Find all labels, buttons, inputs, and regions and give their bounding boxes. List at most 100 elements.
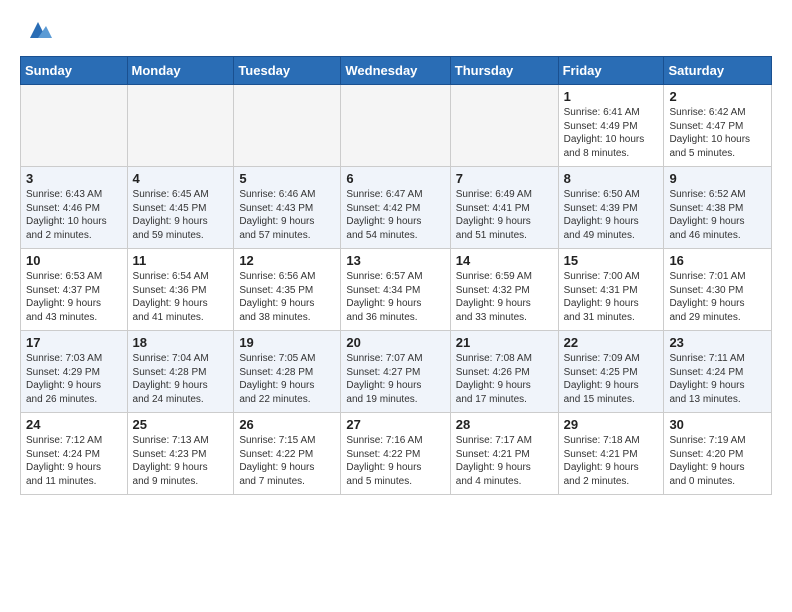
day-number: 18 <box>133 335 229 350</box>
day-info: Sunrise: 6:45 AMSunset: 4:45 PMDaylight:… <box>133 188 229 242</box>
calendar-cell: 28 Sunrise: 7:17 AMSunset: 4:21 PMDayligh… <box>450 413 558 495</box>
calendar-cell: 27 Sunrise: 7:16 AMSunset: 4:22 PMDayligh… <box>341 413 450 495</box>
day-number: 16 <box>669 253 766 268</box>
calendar-cell: 8 Sunrise: 6:50 AMSunset: 4:39 PMDaylight… <box>558 167 664 249</box>
day-info: Sunrise: 7:19 AMSunset: 4:20 PMDaylight:… <box>669 434 766 488</box>
calendar-cell <box>234 85 341 167</box>
day-number: 21 <box>456 335 553 350</box>
weekday-header-monday: Monday <box>127 57 234 85</box>
day-info: Sunrise: 6:57 AMSunset: 4:34 PMDaylight:… <box>346 270 444 324</box>
day-info: Sunrise: 7:09 AMSunset: 4:25 PMDaylight:… <box>564 352 659 406</box>
day-info: Sunrise: 7:00 AMSunset: 4:31 PMDaylight:… <box>564 270 659 324</box>
day-info: Sunrise: 6:47 AMSunset: 4:42 PMDaylight:… <box>346 188 444 242</box>
weekday-header-tuesday: Tuesday <box>234 57 341 85</box>
calendar-cell: 3 Sunrise: 6:43 AMSunset: 4:46 PMDaylight… <box>21 167 128 249</box>
day-info: Sunrise: 6:49 AMSunset: 4:41 PMDaylight:… <box>456 188 553 242</box>
calendar-week-4: 17 Sunrise: 7:03 AMSunset: 4:29 PMDayligh… <box>21 331 772 413</box>
calendar-cell: 17 Sunrise: 7:03 AMSunset: 4:29 PMDayligh… <box>21 331 128 413</box>
day-info: Sunrise: 6:52 AMSunset: 4:38 PMDaylight:… <box>669 188 766 242</box>
day-info: Sunrise: 7:04 AMSunset: 4:28 PMDaylight:… <box>133 352 229 406</box>
page: SundayMondayTuesdayWednesdayThursdayFrid… <box>0 0 792 505</box>
calendar-cell <box>21 85 128 167</box>
day-info: Sunrise: 6:41 AMSunset: 4:49 PMDaylight:… <box>564 106 659 160</box>
calendar-cell: 29 Sunrise: 7:18 AMSunset: 4:21 PMDayligh… <box>558 413 664 495</box>
calendar-cell: 22 Sunrise: 7:09 AMSunset: 4:25 PMDayligh… <box>558 331 664 413</box>
calendar-cell: 23Sunrise: 7:11 AMSunset: 4:24 PMDayligh… <box>664 331 772 413</box>
day-number: 25 <box>133 417 229 432</box>
day-info: Sunrise: 7:18 AMSunset: 4:21 PMDaylight:… <box>564 434 659 488</box>
day-number: 4 <box>133 171 229 186</box>
logo <box>20 16 52 44</box>
calendar-cell: 11 Sunrise: 6:54 AMSunset: 4:36 PMDayligh… <box>127 249 234 331</box>
calendar-cell: 10 Sunrise: 6:53 AMSunset: 4:37 PMDayligh… <box>21 249 128 331</box>
calendar-cell: 14 Sunrise: 6:59 AMSunset: 4:32 PMDayligh… <box>450 249 558 331</box>
day-info: Sunrise: 6:53 AMSunset: 4:37 PMDaylight:… <box>26 270 122 324</box>
day-info: Sunrise: 7:01 AMSunset: 4:30 PMDaylight:… <box>669 270 766 324</box>
day-info: Sunrise: 7:15 AMSunset: 4:22 PMDaylight:… <box>239 434 335 488</box>
day-number: 7 <box>456 171 553 186</box>
calendar-cell: 9Sunrise: 6:52 AMSunset: 4:38 PMDaylight… <box>664 167 772 249</box>
day-info: Sunrise: 6:54 AMSunset: 4:36 PMDaylight:… <box>133 270 229 324</box>
calendar-cell <box>450 85 558 167</box>
day-info: Sunrise: 7:11 AMSunset: 4:24 PMDaylight:… <box>669 352 766 406</box>
day-number: 30 <box>669 417 766 432</box>
day-number: 6 <box>346 171 444 186</box>
weekday-header-thursday: Thursday <box>450 57 558 85</box>
day-number: 13 <box>346 253 444 268</box>
calendar-cell: 5 Sunrise: 6:46 AMSunset: 4:43 PMDaylight… <box>234 167 341 249</box>
day-number: 20 <box>346 335 444 350</box>
weekday-header-wednesday: Wednesday <box>341 57 450 85</box>
day-number: 14 <box>456 253 553 268</box>
calendar-cell: 13 Sunrise: 6:57 AMSunset: 4:34 PMDayligh… <box>341 249 450 331</box>
calendar-cell: 2 Sunrise: 6:42 AMSunset: 4:47 PMDaylight… <box>664 85 772 167</box>
calendar-cell: 18 Sunrise: 7:04 AMSunset: 4:28 PMDayligh… <box>127 331 234 413</box>
calendar-cell: 30 Sunrise: 7:19 AMSunset: 4:20 PMDayligh… <box>664 413 772 495</box>
calendar-header-row: SundayMondayTuesdayWednesdayThursdayFrid… <box>21 57 772 85</box>
day-number: 1 <box>564 89 659 104</box>
day-number: 17 <box>26 335 122 350</box>
day-info: Sunrise: 7:05 AMSunset: 4:28 PMDaylight:… <box>239 352 335 406</box>
day-number: 22 <box>564 335 659 350</box>
calendar-cell: 20Sunrise: 7:07 AMSunset: 4:27 PMDayligh… <box>341 331 450 413</box>
day-number: 2 <box>669 89 766 104</box>
calendar-week-5: 24 Sunrise: 7:12 AMSunset: 4:24 PMDayligh… <box>21 413 772 495</box>
day-info: Sunrise: 7:12 AMSunset: 4:24 PMDaylight:… <box>26 434 122 488</box>
calendar-cell: 16 Sunrise: 7:01 AMSunset: 4:30 PMDayligh… <box>664 249 772 331</box>
day-info: Sunrise: 7:16 AMSunset: 4:22 PMDaylight:… <box>346 434 444 488</box>
day-number: 27 <box>346 417 444 432</box>
day-info: Sunrise: 6:43 AMSunset: 4:46 PMDaylight:… <box>26 188 122 242</box>
day-info: Sunrise: 6:59 AMSunset: 4:32 PMDaylight:… <box>456 270 553 324</box>
day-number: 12 <box>239 253 335 268</box>
day-number: 28 <box>456 417 553 432</box>
weekday-header-friday: Friday <box>558 57 664 85</box>
calendar-cell: 25 Sunrise: 7:13 AMSunset: 4:23 PMDayligh… <box>127 413 234 495</box>
calendar-cell: 7 Sunrise: 6:49 AMSunset: 4:41 PMDaylight… <box>450 167 558 249</box>
calendar-cell: 21 Sunrise: 7:08 AMSunset: 4:26 PMDayligh… <box>450 331 558 413</box>
day-info: Sunrise: 7:03 AMSunset: 4:29 PMDaylight:… <box>26 352 122 406</box>
day-number: 10 <box>26 253 122 268</box>
day-number: 24 <box>26 417 122 432</box>
day-info: Sunrise: 7:13 AMSunset: 4:23 PMDaylight:… <box>133 434 229 488</box>
logo-icon <box>24 16 52 44</box>
calendar-cell <box>341 85 450 167</box>
day-number: 3 <box>26 171 122 186</box>
weekday-header-sunday: Sunday <box>21 57 128 85</box>
calendar-cell: 12 Sunrise: 6:56 AMSunset: 4:35 PMDayligh… <box>234 249 341 331</box>
calendar-week-2: 3 Sunrise: 6:43 AMSunset: 4:46 PMDaylight… <box>21 167 772 249</box>
calendar-cell <box>127 85 234 167</box>
calendar-cell: 1 Sunrise: 6:41 AMSunset: 4:49 PMDaylight… <box>558 85 664 167</box>
day-number: 5 <box>239 171 335 186</box>
day-number: 29 <box>564 417 659 432</box>
day-info: Sunrise: 6:42 AMSunset: 4:47 PMDaylight:… <box>669 106 766 160</box>
day-info: Sunrise: 7:17 AMSunset: 4:21 PMDaylight:… <box>456 434 553 488</box>
day-number: 11 <box>133 253 229 268</box>
day-number: 8 <box>564 171 659 186</box>
calendar-cell: 4 Sunrise: 6:45 AMSunset: 4:45 PMDaylight… <box>127 167 234 249</box>
header <box>20 16 772 44</box>
day-number: 26 <box>239 417 335 432</box>
day-info: Sunrise: 7:08 AMSunset: 4:26 PMDaylight:… <box>456 352 553 406</box>
calendar-cell: 6 Sunrise: 6:47 AMSunset: 4:42 PMDaylight… <box>341 167 450 249</box>
day-info: Sunrise: 6:46 AMSunset: 4:43 PMDaylight:… <box>239 188 335 242</box>
day-info: Sunrise: 6:56 AMSunset: 4:35 PMDaylight:… <box>239 270 335 324</box>
day-info: Sunrise: 6:50 AMSunset: 4:39 PMDaylight:… <box>564 188 659 242</box>
